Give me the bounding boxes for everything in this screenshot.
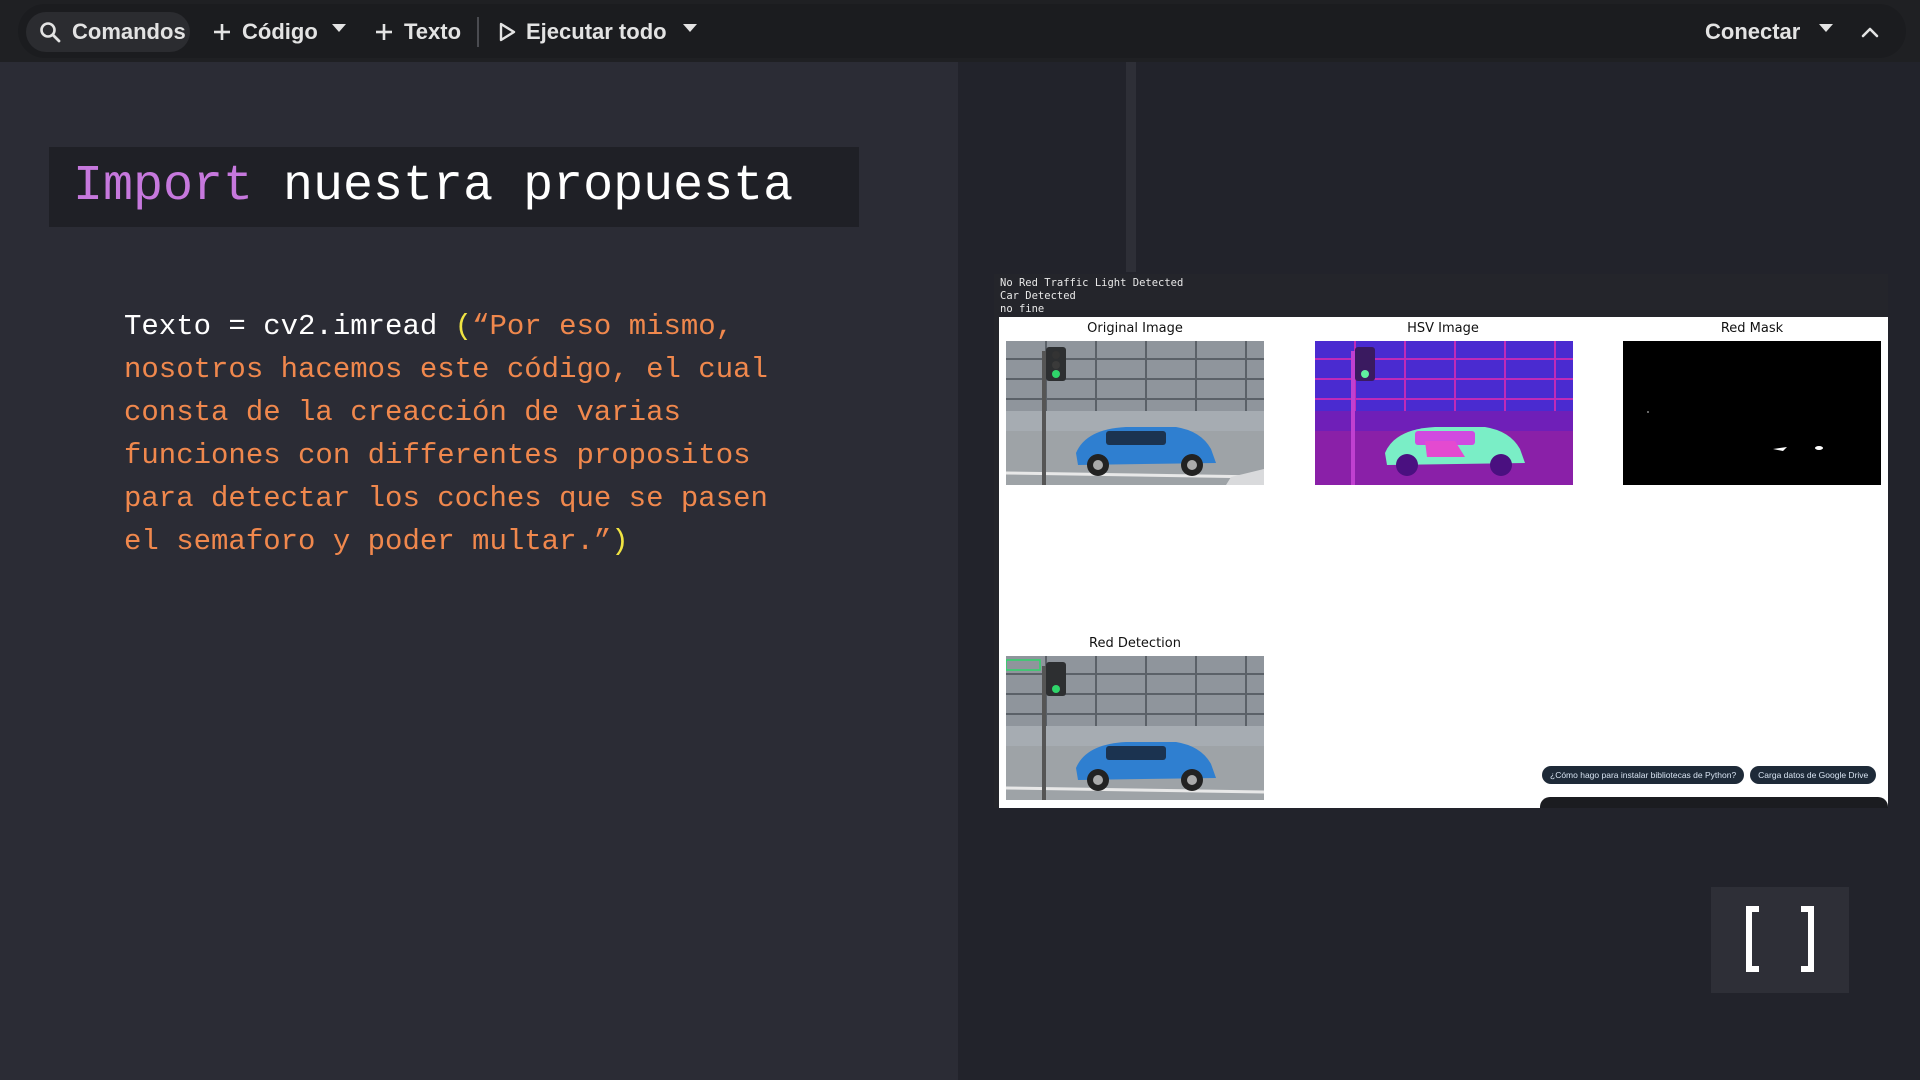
suggestion-chip-install-libraries[interactable]: ¿Cómo hago para instalar bibliotecas de …: [1542, 766, 1745, 784]
collapse-toolbar-button[interactable]: [1855, 12, 1885, 52]
chat-input-bar[interactable]: [1540, 797, 1888, 808]
subplot-title-red-detection: Red Detection: [1089, 636, 1181, 651]
suggestion-chips: ¿Cómo hago para instalar bibliotecas de …: [1542, 766, 1877, 784]
subplot-title-hsv: HSV Image: [1407, 321, 1479, 336]
fullscreen-button[interactable]: [1711, 887, 1849, 993]
code-text-block: Texto = cv2.imread (“Por eso mismo, noso…: [124, 305, 864, 563]
code-open-paren: (: [454, 310, 473, 343]
search-icon: [38, 20, 62, 44]
run-all-dropdown-chevron-down-icon[interactable]: [683, 24, 697, 32]
connect-button[interactable]: Conectar: [1693, 12, 1812, 52]
code-string: “Por eso mismo, nosotros hacemos este có…: [124, 310, 768, 558]
toolbar: Comandos Código Texto Ejecutar todo Cone…: [0, 0, 1920, 62]
plus-icon: [374, 22, 394, 42]
chevron-up-icon: [1861, 26, 1879, 38]
connect-dropdown-chevron-down-icon[interactable]: [1819, 24, 1833, 32]
title-keyword: Import: [73, 158, 254, 215]
add-text-button[interactable]: Texto: [362, 12, 473, 52]
play-icon: [498, 22, 516, 42]
commands-label: Comandos: [72, 19, 186, 44]
run-all-button[interactable]: Ejecutar todo: [486, 12, 679, 52]
hsv-image: [1315, 341, 1573, 485]
panel-divider: [1126, 62, 1136, 272]
toolbar-divider: [477, 17, 479, 47]
run-all-label: Ejecutar todo: [526, 19, 667, 44]
add-text-label: Texto: [404, 19, 462, 44]
title-text: nuestra propuesta: [253, 158, 794, 215]
original-image: [1006, 341, 1264, 485]
slide-title: Import nuestra propuesta: [49, 147, 859, 227]
code-close-paren: ): [611, 525, 629, 558]
brackets-icon: [1711, 906, 1849, 997]
cell-stdout: No Red Traffic Light Detected Car Detect…: [1000, 277, 1184, 315]
code-prefix: Texto = cv2.imread: [124, 310, 455, 343]
add-code-label: Código: [242, 19, 318, 44]
subplot-title-red-mask: Red Mask: [1720, 321, 1784, 336]
add-code-button[interactable]: Código: [200, 12, 330, 52]
suggestion-chip-load-drive[interactable]: Carga datos de Google Drive: [1750, 766, 1877, 784]
red-mask-image: [1623, 341, 1881, 485]
code-dropdown-chevron-down-icon[interactable]: [332, 24, 346, 32]
red-detection-image: [1006, 656, 1264, 800]
commands-button[interactable]: Comandos: [26, 12, 190, 52]
subplot-title-original: Original Image: [1087, 321, 1183, 336]
connect-label: Conectar: [1705, 19, 1801, 44]
plus-icon: [212, 22, 232, 42]
